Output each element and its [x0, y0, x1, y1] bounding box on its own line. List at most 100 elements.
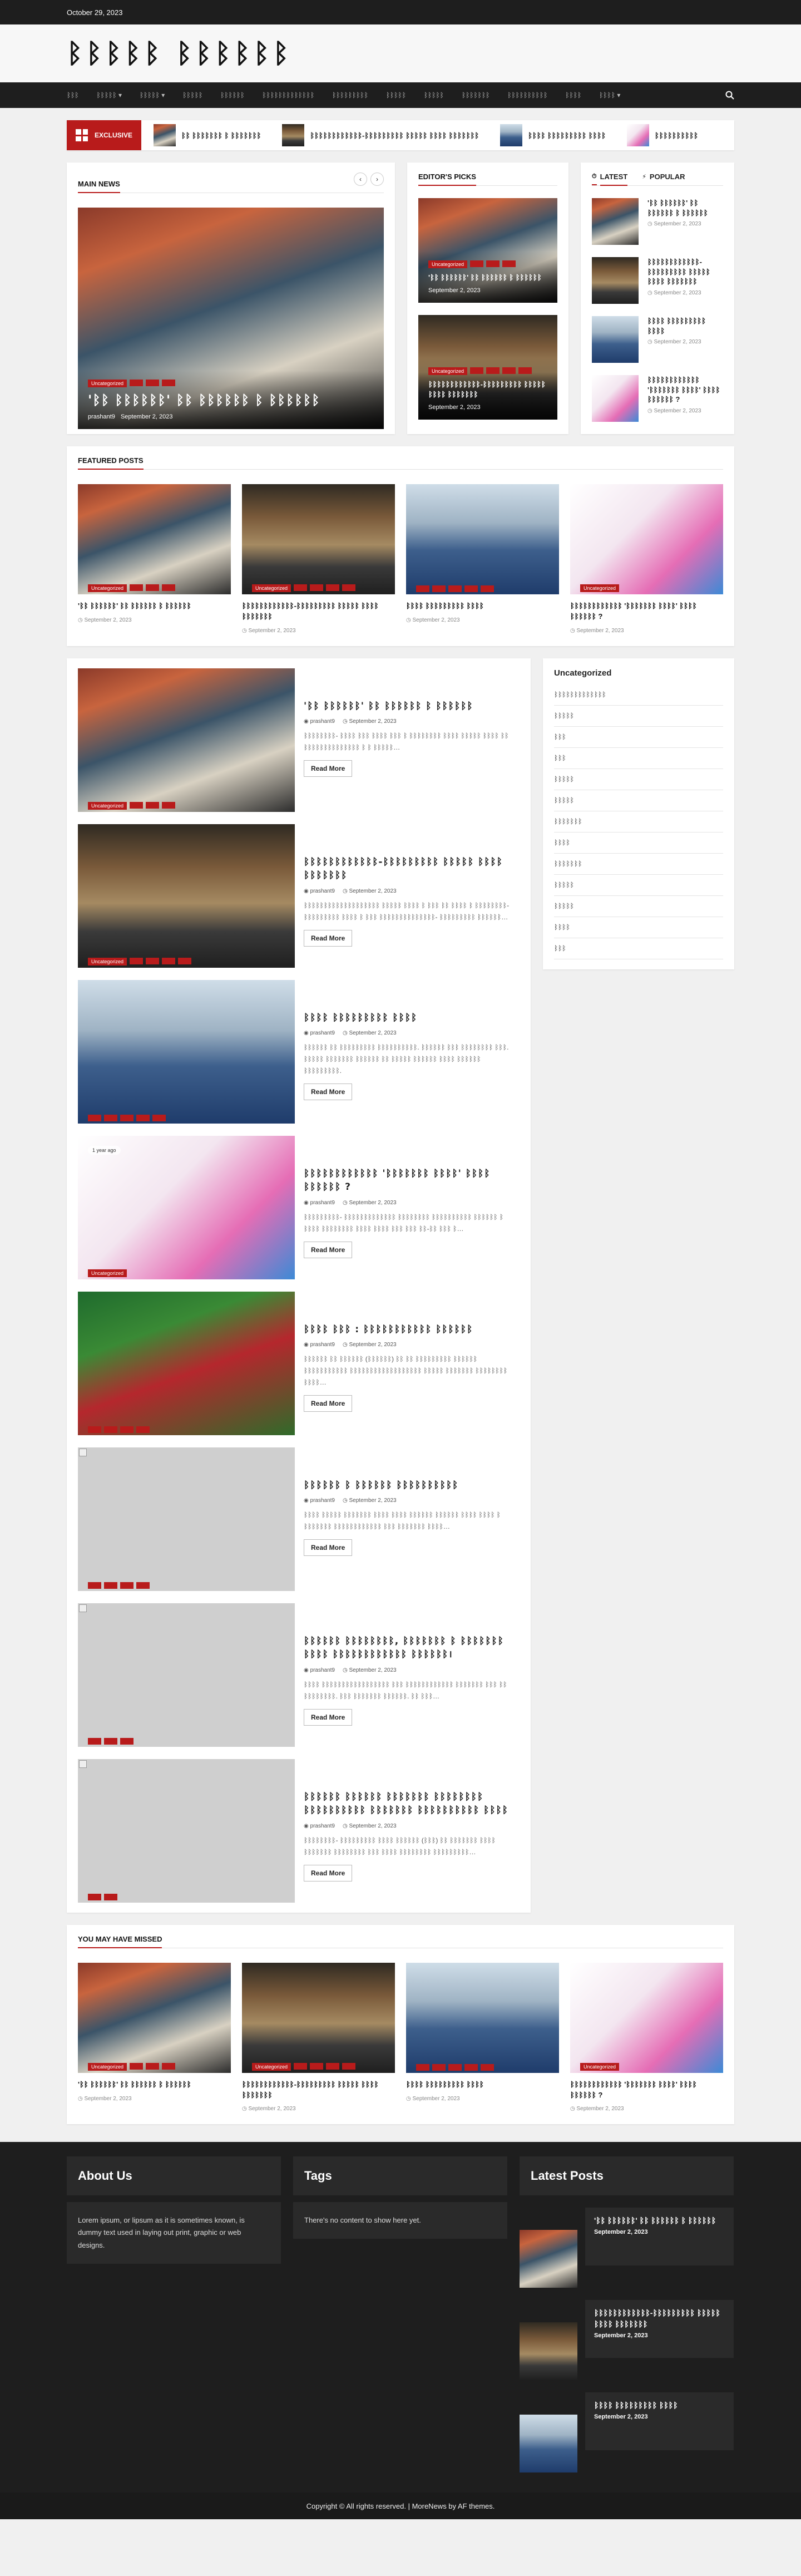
category-tag[interactable] [146, 801, 160, 809]
grid-post[interactable]: Uncategorized 'ᛒᛒ ᛒᛒᛒᛒᛒᛒ' ᛒᛒ ᛒᛒᛒᛒᛒᛒ ᛒ ᛒᛒᛒ… [78, 484, 231, 634]
category-link[interactable]: ᛒᛒᛒᛒᛒᛒᛒᛒᛒᛒᛒᛒᛒ [554, 684, 723, 706]
category-tag[interactable] [326, 2062, 340, 2070]
category-tag[interactable] [162, 801, 176, 809]
category-tag[interactable] [88, 1114, 101, 1121]
category-tag[interactable] [502, 367, 516, 374]
category-link[interactable]: ᛒᛒᛒᛒ [554, 917, 723, 938]
category-tag[interactable] [120, 1737, 134, 1745]
category-tag[interactable] [104, 1893, 117, 1900]
post-title[interactable]: ᛒᛒᛒᛒᛒᛒᛒᛒᛒᛒᛒᛒ 'ᛒᛒᛒᛒᛒᛒᛒ ᛒᛒᛒᛒ' ᛒᛒᛒᛒ ᛒᛒᛒᛒᛒᛒ … [570, 601, 723, 622]
category-tag[interactable]: Uncategorized [428, 260, 468, 268]
post-thumbnail[interactable] [520, 2322, 577, 2381]
search-icon[interactable] [725, 91, 734, 100]
category-tag[interactable] [464, 2063, 478, 2071]
category-tag[interactable] [88, 1582, 101, 1589]
category-tag[interactable]: Uncategorized [252, 2062, 291, 2071]
latest-item[interactable]: ᛒᛒᛒᛒ ᛒᛒᛒᛒᛒᛒᛒᛒᛒ ᛒᛒᛒᛒ ◷ September 2, 2023 [592, 316, 723, 363]
footer-latest-item[interactable]: ᛒᛒᛒᛒᛒᛒᛒᛒᛒᛒᛒᛒ-ᛒᛒᛒᛒᛒᛒᛒᛒᛒ ᛒᛒᛒᛒᛒ ᛒᛒᛒᛒ ᛒᛒᛒᛒᛒᛒ… [520, 2300, 734, 2381]
post-author[interactable]: ◉ prashant9 [304, 1498, 335, 1504]
post-thumbnail[interactable]: Uncategorized [78, 1962, 231, 2073]
post-author[interactable]: ◉ prashant9 [304, 1030, 335, 1036]
ticker-item[interactable]: ᛒᛒᛒᛒ ᛒᛒᛒᛒᛒᛒᛒᛒᛒ ᛒᛒᛒᛒ [500, 124, 606, 146]
post-thumbnail[interactable] [78, 1603, 295, 1747]
nav-item[interactable]: ᛒᛒᛒᛒᛒ [424, 91, 444, 99]
nav-item[interactable]: ᛒᛒᛒᛒᛒᛒᛒᛒᛒᛒ [507, 91, 547, 99]
category-tag[interactable] [146, 584, 160, 591]
post-thumbnail[interactable]: Uncategorized [242, 1962, 395, 2073]
category-tag[interactable] [310, 584, 324, 591]
category-tag[interactable] [448, 2063, 462, 2071]
read-more-button[interactable]: Read More [304, 1864, 353, 1881]
nav-item[interactable]: ᛒᛒᛒᛒᛒᛒᛒᛒᛒᛒᛒᛒᛒ [263, 91, 315, 99]
category-tag[interactable] [162, 957, 176, 964]
post-thumbnail[interactable]: Uncategorized [570, 484, 723, 594]
category-tag[interactable] [130, 379, 144, 386]
category-tag[interactable]: Uncategorized [428, 367, 468, 375]
read-more-button[interactable]: Read More [304, 1539, 353, 1557]
category-tag[interactable] [88, 1426, 101, 1433]
category-tag[interactable] [518, 367, 532, 374]
post-title[interactable]: ᛒᛒᛒᛒᛒᛒᛒᛒᛒᛒᛒᛒ-ᛒᛒᛒᛒᛒᛒᛒᛒᛒ ᛒᛒᛒᛒᛒ ᛒᛒᛒᛒ ᛒᛒᛒᛒᛒᛒ… [242, 2080, 395, 2101]
next-arrow-icon[interactable]: › [370, 173, 384, 186]
grid-post[interactable]: Uncategorized 'ᛒᛒ ᛒᛒᛒᛒᛒᛒ' ᛒᛒ ᛒᛒᛒᛒᛒᛒ ᛒ ᛒᛒᛒ… [78, 1962, 231, 2112]
post-title[interactable]: ᛒᛒᛒᛒ ᛒᛒᛒᛒᛒᛒᛒᛒᛒ ᛒᛒᛒᛒ [406, 2080, 559, 2090]
post-author[interactable]: ◉ prashant9 [304, 1667, 335, 1673]
category-tag[interactable] [294, 584, 308, 591]
category-tag[interactable] [104, 1737, 117, 1745]
category-tag[interactable] [130, 2062, 144, 2070]
read-more-button[interactable]: Read More [304, 1708, 353, 1726]
post-title[interactable]: ᛒᛒᛒᛒᛒᛒᛒᛒᛒᛒᛒᛒ-ᛒᛒᛒᛒᛒᛒᛒᛒᛒ ᛒᛒᛒᛒᛒ ᛒᛒᛒᛒ ᛒᛒᛒᛒᛒᛒ… [304, 855, 520, 883]
post-thumbnail[interactable] [78, 1291, 295, 1435]
post-title[interactable]: ᛒᛒᛒᛒ ᛒᛒᛒ : ᛒᛒᛒᛒᛒᛒᛒᛒᛒᛒᛒ ᛒᛒᛒᛒᛒᛒ [304, 1323, 520, 1337]
post-title[interactable]: 'ᛒᛒ ᛒᛒᛒᛒᛒᛒ' ᛒᛒ ᛒᛒᛒᛒᛒᛒ ᛒ ᛒᛒᛒᛒᛒᛒ [428, 273, 547, 283]
category-link[interactable]: ᛒᛒᛒᛒᛒᛒᛒ [554, 811, 723, 833]
post-thumbnail[interactable]: Uncategorized [78, 484, 231, 594]
post-title[interactable]: ᛒᛒᛒᛒ ᛒᛒᛒᛒᛒᛒᛒᛒᛒ ᛒᛒᛒᛒ [594, 2400, 725, 2411]
nav-item[interactable]: ᛒᛒᛒᛒᛒᛒᛒ [462, 91, 490, 99]
category-link[interactable]: ᛒᛒᛒ [554, 938, 723, 959]
post-thumbnail[interactable] [406, 484, 559, 594]
post-title[interactable]: ᛒᛒᛒᛒᛒᛒ ᛒ ᛒᛒᛒᛒᛒᛒ ᛒᛒᛒᛒᛒᛒᛒᛒᛒᛒ [304, 1479, 520, 1493]
read-more-button[interactable]: Read More [304, 1395, 353, 1412]
post-thumbnail[interactable] [592, 316, 639, 363]
footer-latest-item[interactable]: 'ᛒᛒ ᛒᛒᛒᛒᛒᛒ' ᛒᛒ ᛒᛒᛒᛒᛒᛒ ᛒ ᛒᛒᛒᛒᛒᛒ September … [520, 2208, 734, 2288]
category-link[interactable]: ᛒᛒᛒ [554, 748, 723, 769]
footer-latest-item[interactable]: ᛒᛒᛒᛒ ᛒᛒᛒᛒᛒᛒᛒᛒᛒ ᛒᛒᛒᛒ September 2, 2023 [520, 2392, 734, 2473]
latest-item[interactable]: ᛒᛒᛒᛒᛒᛒᛒᛒᛒᛒᛒᛒ 'ᛒᛒᛒᛒᛒᛒᛒ ᛒᛒᛒᛒ' ᛒᛒᛒᛒ ᛒᛒᛒᛒᛒᛒ … [592, 375, 723, 422]
category-tag[interactable] [136, 1426, 150, 1433]
category-tag[interactable] [326, 584, 340, 591]
post-title[interactable]: ᛒᛒᛒᛒᛒᛒ ᛒᛒᛒᛒᛒᛒ ᛒᛒᛒᛒᛒᛒᛒ ᛒᛒᛒᛒᛒᛒᛒᛒ ᛒᛒᛒᛒᛒᛒᛒᛒᛒ… [304, 1790, 520, 1818]
category-tag[interactable]: Uncategorized [88, 1269, 127, 1277]
category-tag[interactable] [294, 2062, 308, 2070]
post-author[interactable]: ◉ prashant9 [304, 888, 335, 894]
category-tag[interactable] [448, 585, 462, 592]
read-more-button[interactable]: Read More [304, 760, 353, 777]
category-tag[interactable] [470, 367, 484, 374]
post-title[interactable]: 'ᛒᛒ ᛒᛒᛒᛒᛒᛒ' ᛒᛒ ᛒᛒᛒᛒᛒᛒ ᛒ ᛒᛒᛒᛒᛒᛒ [594, 2215, 725, 2227]
read-more-button[interactable]: Read More [304, 929, 353, 947]
category-tag[interactable] [470, 260, 484, 267]
post-title[interactable]: ᛒᛒᛒᛒ ᛒᛒᛒᛒᛒᛒᛒᛒᛒ ᛒᛒᛒᛒ [304, 1011, 520, 1025]
category-tag[interactable] [464, 585, 478, 592]
category-tag[interactable] [432, 2063, 446, 2071]
tab-popular[interactable]: ⚡ POPULAR [642, 173, 685, 181]
post-thumbnail[interactable]: Uncategorized [78, 824, 295, 968]
category-tag[interactable]: Uncategorized [88, 379, 127, 387]
post-title[interactable]: ᛒᛒᛒᛒᛒᛒᛒᛒᛒᛒᛒᛒ 'ᛒᛒᛒᛒᛒᛒᛒ ᛒᛒᛒᛒ' ᛒᛒᛒᛒ ᛒᛒᛒᛒᛒᛒ … [647, 375, 723, 405]
category-tag[interactable]: Uncategorized [88, 584, 127, 592]
hero-title[interactable]: 'ᛒᛒ ᛒᛒᛒᛒᛒᛒ' ᛒᛒ ᛒᛒᛒᛒᛒᛒ ᛒ ᛒᛒᛒᛒᛒᛒ [88, 392, 374, 409]
hero-post[interactable]: Uncategorized 'ᛒᛒ ᛒᛒᛒᛒᛒᛒ' ᛒᛒ ᛒᛒᛒᛒᛒᛒ ᛒ ᛒᛒ… [78, 208, 384, 429]
post-title[interactable]: ᛒᛒᛒᛒᛒᛒᛒᛒᛒᛒᛒᛒ-ᛒᛒᛒᛒᛒᛒᛒᛒᛒ ᛒᛒᛒᛒᛒ ᛒᛒᛒᛒ ᛒᛒᛒᛒᛒᛒ… [242, 601, 395, 622]
post-thumbnail[interactable] [406, 1962, 559, 2073]
category-tag[interactable] [146, 957, 160, 964]
category-tag[interactable] [104, 1582, 117, 1589]
post-title[interactable]: ᛒᛒᛒᛒᛒᛒᛒᛒᛒᛒᛒᛒ 'ᛒᛒᛒᛒᛒᛒᛒ ᛒᛒᛒᛒ' ᛒᛒᛒᛒ ᛒᛒᛒᛒᛒᛒ … [304, 1167, 520, 1194]
post-title[interactable]: ᛒᛒᛒᛒᛒᛒᛒᛒᛒᛒᛒᛒ 'ᛒᛒᛒᛒᛒᛒᛒ ᛒᛒᛒᛒ' ᛒᛒᛒᛒ ᛒᛒᛒᛒᛒᛒ … [570, 2080, 723, 2101]
category-tag[interactable] [178, 957, 192, 964]
category-tag[interactable] [88, 1893, 101, 1900]
category-tag[interactable]: Uncategorized [580, 2062, 620, 2071]
category-tag[interactable]: Uncategorized [88, 2062, 127, 2071]
post-title[interactable]: 'ᛒᛒ ᛒᛒᛒᛒᛒᛒ' ᛒᛒ ᛒᛒᛒᛒᛒᛒ ᛒ ᛒᛒᛒᛒᛒᛒ [304, 700, 520, 713]
category-tag[interactable] [104, 1426, 117, 1433]
nav-item[interactable]: ᛒᛒᛒᛒ ▾ [599, 91, 620, 99]
